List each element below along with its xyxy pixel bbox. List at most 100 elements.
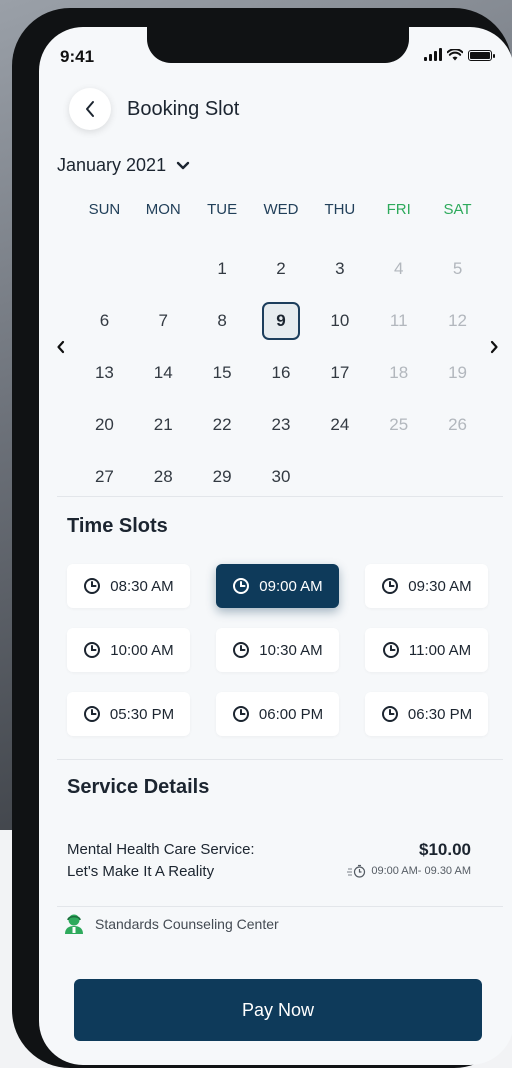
day-number: 9 [261,302,300,340]
back-button[interactable] [69,88,111,130]
status-icons [424,47,495,61]
clock-icon [84,578,101,594]
clock-icon [382,642,399,658]
clock-icon [84,642,101,658]
time-slot-label: 06:30 PM [407,705,473,723]
day-number: 27 [94,467,114,486]
day-number: 13 [94,363,114,382]
time-slot-label: 09:00 AM [259,577,323,595]
weekday-label: THU [324,201,356,218]
phone-frame: 9:41 Booking Slot January 2021 SUN MON T… [12,8,512,1068]
calendar-day: 19 [428,347,487,399]
day-number: 10 [330,311,350,330]
day-number: 11 [389,311,408,330]
time-slot-label: 11:00 AM [408,641,472,659]
calendar-day: 25 [369,399,428,451]
clock-icon [381,706,398,722]
month-selector[interactable]: January 2021 [57,155,190,176]
service-time: 09:00 AM- 09.30 AM [347,864,471,878]
calendar-day[interactable]: 6 [75,295,134,347]
calendar-day[interactable]: 20 [75,399,134,451]
weekday-header: SUN MON TUE WED THU FRI SAT [75,201,487,218]
stopwatch-icon [347,864,366,878]
day-number: 22 [212,415,232,434]
day-number: 23 [271,415,291,434]
day-number: 28 [153,467,173,486]
calendar-day[interactable]: 23 [252,399,311,451]
weekday-label: MON [145,201,181,218]
weekday-label: TUE [207,201,238,218]
time-slot-grid: 08:30 AM 09:00 AM 09:30 AM 10:00 AM 10:30 AM… [67,564,488,736]
calendar-day[interactable]: 13 [75,347,134,399]
time-slot[interactable]: 10:00 AM [67,628,190,672]
service-name-line1: Mental Health Care Service: [67,841,255,858]
calendar-day[interactable]: 10 [310,295,369,347]
calendar-day[interactable]: 7 [134,295,193,347]
day-number: 6 [99,311,110,330]
clock-icon [382,578,399,594]
calendar-day[interactable]: 3 [310,243,369,295]
day-number: 18 [389,363,409,382]
calendar-day: 4 [369,243,428,295]
status-time: 9:41 [60,47,95,66]
service-time-range: 09:00 AM- 09.30 AM [371,865,471,877]
provider-name: Standards Counseling Center [95,916,279,932]
day-number: 1 [217,259,227,278]
calendar-day-selected[interactable]: 9 [252,295,311,347]
page-title: Booking Slot [127,98,240,120]
day-number: 19 [448,363,468,382]
time-slot[interactable]: 06:00 PM [216,692,339,736]
calendar-day[interactable]: 2 [252,243,311,295]
calendar-day[interactable]: 22 [193,399,252,451]
prev-month-button[interactable] [54,339,68,355]
day-number: 21 [153,415,173,434]
time-slot-label: 10:30 AM [259,641,323,659]
calendar-day[interactable]: 17 [310,347,369,399]
weekday-label: WED [263,201,299,218]
cellular-signal-icon [424,48,442,61]
time-slot[interactable]: 10:30 AM [216,628,339,672]
phone-notch [147,27,409,63]
time-slot-label: 08:30 AM [110,577,174,595]
time-slot-label: 10:00 AM [110,641,174,659]
calendar-day: 12 [428,295,487,347]
day-number: 20 [94,415,114,434]
calendar-day[interactable]: 1 [193,243,252,295]
calendar-day[interactable]: 8 [193,295,252,347]
empty-day-cell [75,243,134,295]
time-slot[interactable]: 11:00 AM [365,628,488,672]
chevron-left-icon [57,340,65,354]
calendar-day[interactable]: 14 [134,347,193,399]
day-number: 4 [393,259,404,278]
day-number: 24 [330,415,350,434]
clock-icon [233,578,250,594]
calendar-day: 5 [428,243,487,295]
day-number: 12 [448,311,468,330]
time-slot-selected[interactable]: 09:00 AM [216,564,339,608]
provider-row: Standards Counseling Center [63,913,279,935]
service-price: $10.00 [419,840,471,859]
day-number: 26 [448,415,468,434]
day-number: 17 [330,363,350,382]
calendar-day[interactable]: 24 [310,399,369,451]
calendar-day: 11 [369,295,428,347]
time-slot[interactable]: 05:30 PM [67,692,190,736]
time-slot-label: 09:30 AM [408,577,472,595]
weekday-label: FRI [386,201,411,218]
calendar-day: 26 [428,399,487,451]
time-slot[interactable]: 06:30 PM [365,692,488,736]
next-month-button[interactable] [487,339,501,355]
day-number: 3 [335,259,345,278]
empty-day-cell [134,243,193,295]
service-details-title: Service Details [67,776,210,798]
calendar-day[interactable]: 16 [252,347,311,399]
clock-icon [83,706,100,722]
weekday-label: SAT [443,201,472,218]
pay-now-button[interactable]: Pay Now [74,979,482,1041]
counselor-icon [65,914,83,934]
day-number: 7 [158,311,168,330]
calendar-day[interactable]: 21 [134,399,193,451]
calendar-day[interactable]: 15 [193,347,252,399]
time-slot[interactable]: 09:30 AM [365,564,488,608]
time-slot[interactable]: 08:30 AM [67,564,190,608]
